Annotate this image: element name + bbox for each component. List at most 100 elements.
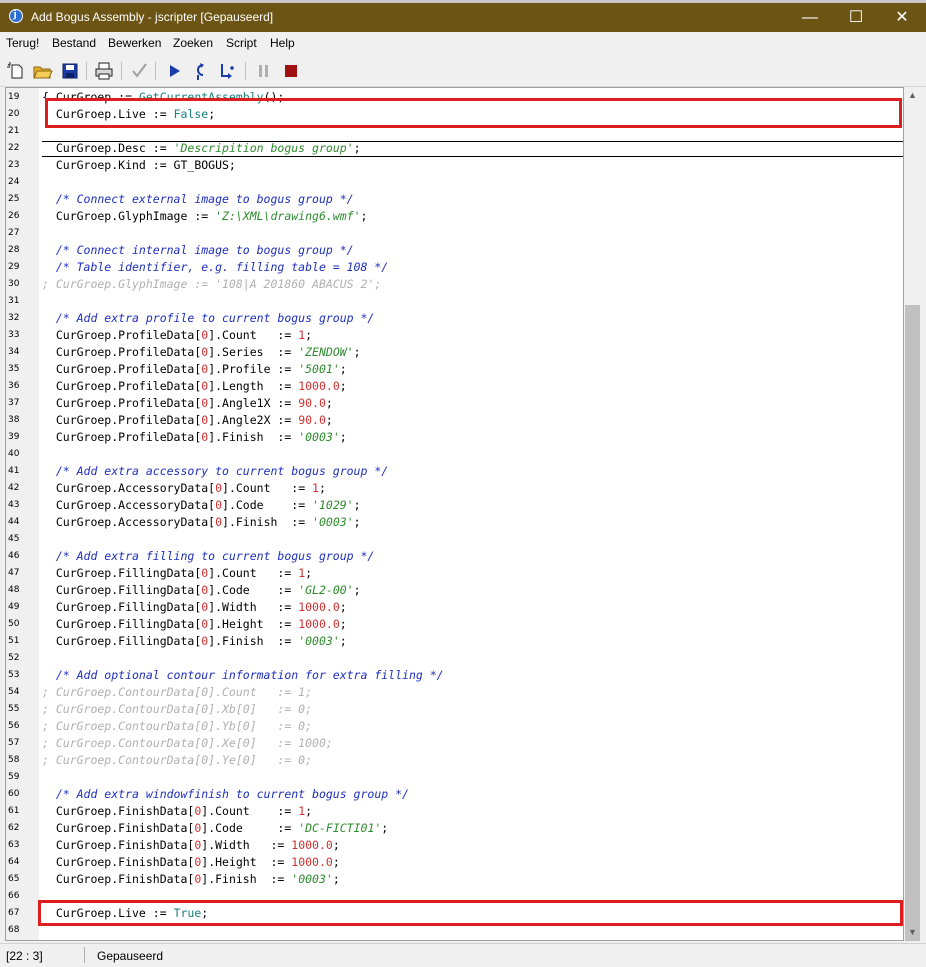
menu-bar: Terug! Bestand Bewerken Zoeken Script He… <box>0 32 926 54</box>
line-number: 40 <box>8 449 20 459</box>
code-text: CurGroep.AccessoryData[0].Code := '1029'… <box>42 498 361 512</box>
code-line[interactable]: 62 CurGroep.FinishData[0].Code := 'DC-FI… <box>6 820 903 837</box>
line-number: 34 <box>8 347 20 357</box>
title-bar: Add Bogus Assembly - jscripter [Gepausee… <box>0 3 926 32</box>
code-line[interactable]: 31 <box>6 293 903 310</box>
code-line[interactable]: 36 CurGroep.ProfileData[0].Length := 100… <box>6 378 903 395</box>
code-text: CurGroep.FillingData[0].Height := 1000.0… <box>42 617 347 631</box>
maximize-button[interactable]: ☐ <box>833 3 879 32</box>
code-line[interactable]: 32 /* Add extra profile to current bogus… <box>6 310 903 327</box>
code-line[interactable]: 35 CurGroep.ProfileData[0].Profile := '5… <box>6 361 903 378</box>
stop-icon[interactable] <box>280 60 302 82</box>
step-into-icon[interactable] <box>189 60 211 82</box>
line-number: 44 <box>8 517 20 527</box>
code-line[interactable]: 51 CurGroep.FillingData[0].Finish := '00… <box>6 633 903 650</box>
code-text: /* Add extra windowfinish to current bog… <box>42 787 409 801</box>
highlight-box-live-false <box>45 98 902 128</box>
code-line[interactable]: 60 /* Add extra windowfinish to current … <box>6 786 903 803</box>
code-line[interactable]: 46 /* Add extra filling to current bogus… <box>6 548 903 565</box>
scroll-down-arrow[interactable]: ▼ <box>904 924 921 941</box>
menu-bestand[interactable]: Bestand <box>52 36 96 50</box>
code-line[interactable]: 65 CurGroep.FinishData[0].Finish := '000… <box>6 871 903 888</box>
code-line[interactable]: 63 CurGroep.FinishData[0].Width := 1000.… <box>6 837 903 854</box>
code-line[interactable]: 48 CurGroep.FillingData[0].Code := 'GL2-… <box>6 582 903 599</box>
code-line[interactable]: 34 CurGroep.ProfileData[0].Series := 'ZE… <box>6 344 903 361</box>
line-number: 54 <box>8 687 20 697</box>
check-icon[interactable] <box>128 60 150 82</box>
line-number: 41 <box>8 466 20 476</box>
code-line[interactable]: 22 CurGroep.Desc := 'Descripition bogus … <box>6 140 903 157</box>
code-line[interactable]: 44 CurGroep.AccessoryData[0].Finish := '… <box>6 514 903 531</box>
code-line[interactable]: 53 /* Add optional contour information f… <box>6 667 903 684</box>
line-number: 22 <box>8 143 20 153</box>
minimize-button[interactable]: — <box>787 3 833 32</box>
code-line[interactable]: 23 CurGroep.Kind := GT_BOGUS; <box>6 157 903 174</box>
code-line[interactable]: 45 <box>6 531 903 548</box>
code-line[interactable]: 37 CurGroep.ProfileData[0].Angle1X := 90… <box>6 395 903 412</box>
line-number: 25 <box>8 194 20 204</box>
line-number: 49 <box>8 602 20 612</box>
code-line[interactable]: 30 ; CurGroep.GlyphImage := '108|A 201860… <box>6 276 903 293</box>
status-bar: [22 : 3] Gepauseerd <box>0 943 926 967</box>
code-line[interactable]: 61 CurGroep.FinishData[0].Count := 1; <box>6 803 903 820</box>
code-line[interactable]: 59 <box>6 769 903 786</box>
print-icon[interactable] <box>93 60 115 82</box>
code-line[interactable]: 57 ; CurGroep.ContourData[0].Xe[0] := 100… <box>6 735 903 752</box>
code-line[interactable]: 40 <box>6 446 903 463</box>
code-line[interactable]: 49 CurGroep.FillingData[0].Width := 1000… <box>6 599 903 616</box>
code-line[interactable]: 42 CurGroep.AccessoryData[0].Count := 1; <box>6 480 903 497</box>
line-number: 37 <box>8 398 20 408</box>
code-line[interactable]: 50 CurGroep.FillingData[0].Height := 100… <box>6 616 903 633</box>
code-text: /* Connect internal image to bogus group… <box>42 243 354 257</box>
close-button[interactable]: ✕ <box>879 3 925 32</box>
code-line[interactable]: 33 CurGroep.ProfileData[0].Count := 1; <box>6 327 903 344</box>
line-number: 53 <box>8 670 20 680</box>
menu-help[interactable]: Help <box>270 36 295 50</box>
code-line[interactable]: 47 CurGroep.FillingData[0].Count := 1; <box>6 565 903 582</box>
code-text: CurGroep.ProfileData[0].Finish := '0003'… <box>42 430 347 444</box>
code-line[interactable]: 43 CurGroep.AccessoryData[0].Code := '10… <box>6 497 903 514</box>
pause-icon[interactable] <box>253 60 275 82</box>
code-line[interactable]: 58 ; CurGroep.ContourData[0].Ye[0] := 0; <box>6 752 903 769</box>
code-line[interactable]: 27 <box>6 225 903 242</box>
code-line[interactable]: 38 CurGroep.ProfileData[0].Angle2X := 90… <box>6 412 903 429</box>
line-number: 61 <box>8 806 20 816</box>
menu-terug[interactable]: Terug! <box>6 36 39 50</box>
code-editor[interactable]: 19{ CurGroep := GetCurrentAssembly(); 20 … <box>5 87 904 941</box>
code-text: /* Table identifier, e.g. filling table … <box>42 260 389 274</box>
code-line[interactable]: 25 /* Connect external image to bogus gr… <box>6 191 903 208</box>
code-text: /* Add extra filling to current bogus gr… <box>42 549 375 563</box>
scroll-thumb[interactable] <box>905 305 920 941</box>
code-text: ; CurGroep.ContourData[0].Ye[0] := 0; <box>42 753 313 767</box>
toolbar-separator <box>245 62 246 80</box>
step-over-icon[interactable] <box>216 60 238 82</box>
menu-bewerken[interactable]: Bewerken <box>108 36 161 50</box>
run-state: Gepauseerd <box>97 949 164 963</box>
scroll-up-arrow[interactable]: ▲ <box>904 87 921 104</box>
line-number: 27 <box>8 228 20 238</box>
code-line[interactable]: 64 CurGroep.FinishData[0].Height := 1000… <box>6 854 903 871</box>
line-number: 68 <box>8 925 20 935</box>
code-line[interactable]: 29 /* Table identifier, e.g. filling tab… <box>6 259 903 276</box>
code-line[interactable]: 28 /* Connect internal image to bogus gr… <box>6 242 903 259</box>
menu-zoeken[interactable]: Zoeken <box>173 36 213 50</box>
code-text: CurGroep.FillingData[0].Finish := '0003'… <box>42 634 347 648</box>
menu-script[interactable]: Script <box>226 36 257 50</box>
line-number: 55 <box>8 704 20 714</box>
code-line[interactable]: 55 ; CurGroep.ContourData[0].Xb[0] := 0; <box>6 701 903 718</box>
open-folder-icon[interactable] <box>31 60 53 82</box>
code-line[interactable]: 26 CurGroep.GlyphImage := 'Z:\XML\drawin… <box>6 208 903 225</box>
line-number: 62 <box>8 823 20 833</box>
code-line[interactable]: 52 <box>6 650 903 667</box>
line-number: 19 <box>8 92 20 102</box>
code-line[interactable]: 41 /* Add extra accessory to current bog… <box>6 463 903 480</box>
code-line[interactable]: 24 <box>6 174 903 191</box>
code-line[interactable]: 54 ; CurGroep.ContourData[0].Count := 1; <box>6 684 903 701</box>
new-file-icon[interactable] <box>5 60 27 82</box>
code-text: ; CurGroep.ContourData[0].Yb[0] := 0; <box>42 719 313 733</box>
run-icon[interactable] <box>163 60 185 82</box>
code-line[interactable]: 39 CurGroep.ProfileData[0].Finish := '00… <box>6 429 903 446</box>
vertical-scrollbar[interactable]: ▲ ▼ <box>904 87 921 941</box>
code-line[interactable]: 56 ; CurGroep.ContourData[0].Yb[0] := 0; <box>6 718 903 735</box>
save-icon[interactable] <box>59 60 81 82</box>
